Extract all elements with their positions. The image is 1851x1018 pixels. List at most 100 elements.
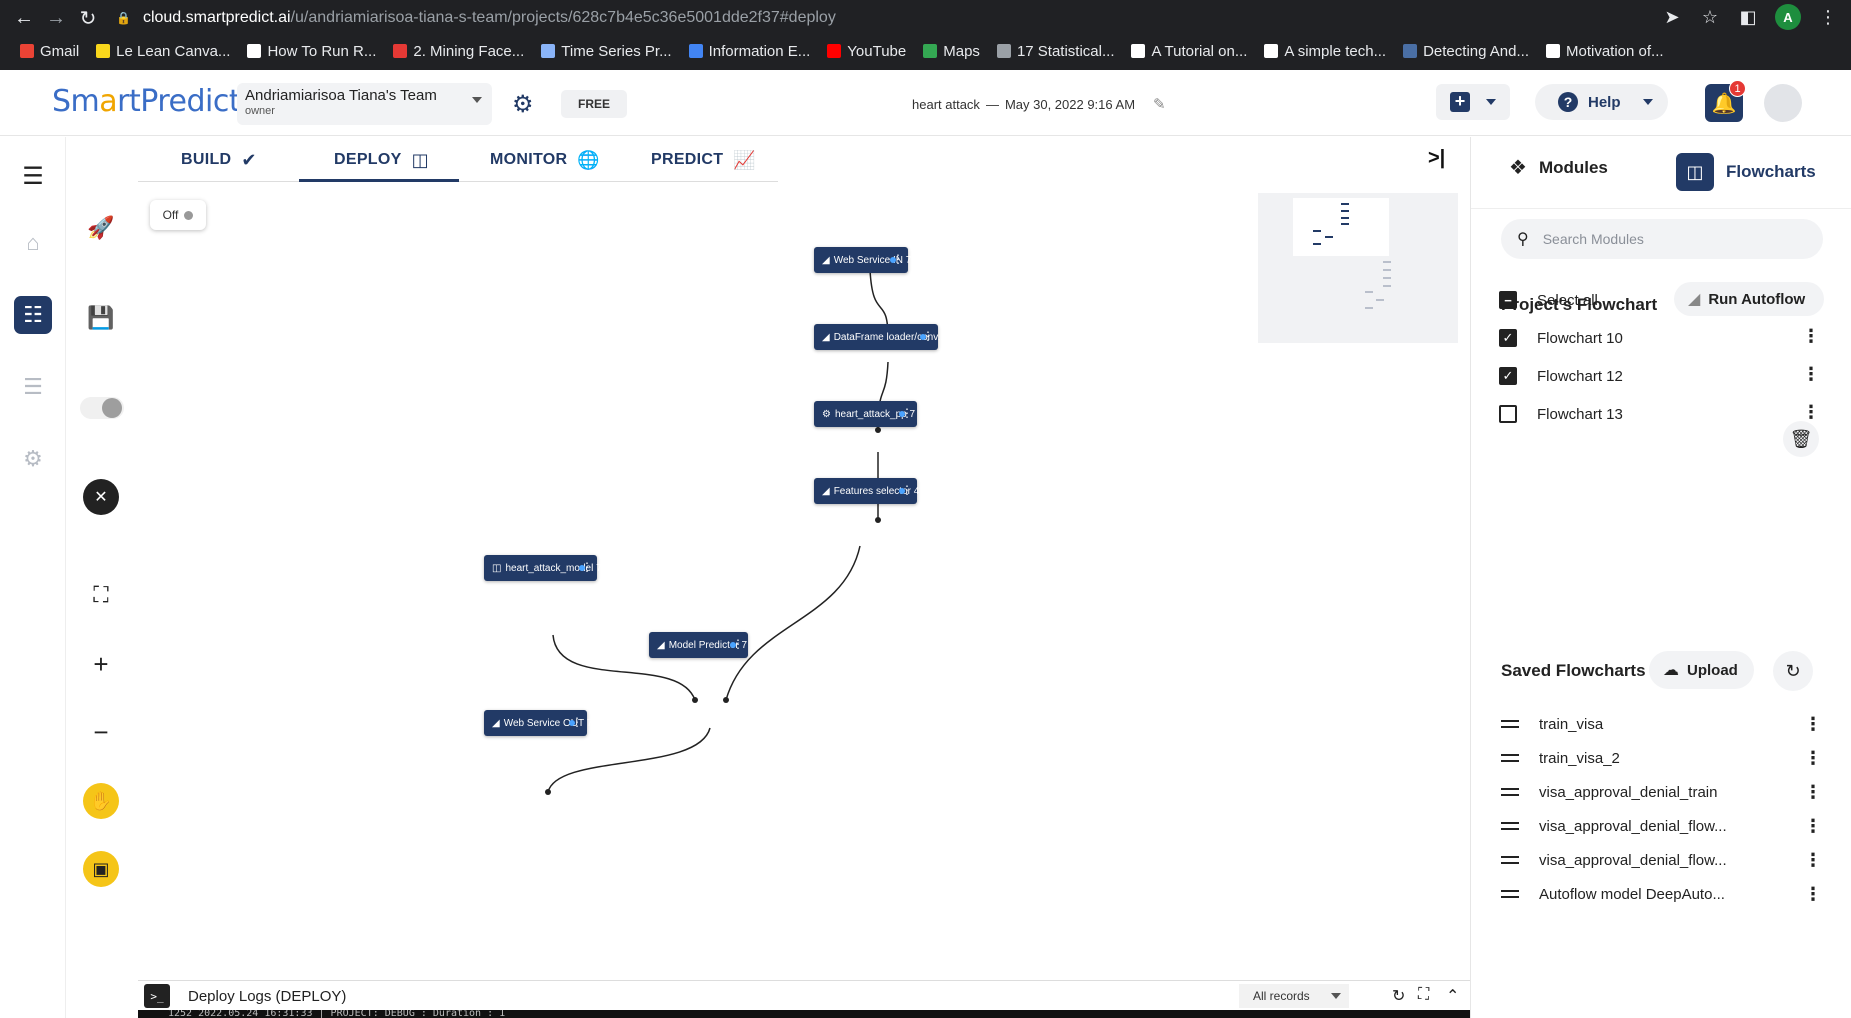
tab-modules[interactable]: ❖ Modules	[1509, 155, 1608, 180]
more-vertical-icon[interactable]: ⋮	[1804, 749, 1822, 767]
team-selector[interactable]: Andriamiarisoa Tiana's Team owner	[237, 83, 492, 125]
bookmark-item[interactable]: 17 Statistical...	[996, 43, 1114, 60]
more-vertical-icon[interactable]: ⋮	[1802, 365, 1820, 383]
bookmark-item[interactable]: Detecting And...	[1403, 43, 1529, 60]
node-web-service-in[interactable]: ◢ Web Service IN 7 ⋮	[814, 247, 911, 273]
url-bar[interactable]: 🔒 cloud.smartpredict.ai/u/andriamiarisoa…	[116, 4, 1726, 32]
help-button[interactable]: ? Help	[1535, 84, 1668, 120]
saved-flowchart-row[interactable]: Autoflow model DeepAuto... ⋮	[1501, 877, 1826, 911]
node-menu-icon[interactable]: ⋮	[892, 252, 904, 266]
search-input[interactable]	[1542, 231, 1793, 247]
tab-monitor[interactable]: MONITOR 🌐	[490, 137, 600, 183]
bookmark-item[interactable]: How To Run R...	[247, 43, 376, 60]
node-menu-icon[interactable]: ⋮	[901, 483, 913, 497]
bookmark-item[interactable]: Maps	[923, 43, 980, 60]
settings-gear-icon[interactable]: ⚙	[14, 440, 52, 478]
node-heart-attack-pp[interactable]: ⚙ heart_attack_pp 7 ⋮	[814, 401, 917, 427]
fit-view-icon[interactable]: ▣	[83, 851, 119, 887]
module-search[interactable]: ⚲	[1501, 219, 1823, 259]
zoom-out-icon[interactable]: −	[80, 711, 122, 753]
saved-flowchart-row[interactable]: visa_approval_denial_flow... ⋮	[1501, 809, 1826, 843]
tab-flowcharts[interactable]: ◫ Flowcharts	[1676, 153, 1816, 191]
refresh-logs-icon[interactable]: ↻	[1392, 986, 1405, 1006]
hand-pan-icon[interactable]: ✋	[83, 783, 119, 819]
expand-logs-icon[interactable]: ⛶	[1418, 986, 1429, 1004]
tab-deploy[interactable]: DEPLOY ◫	[334, 137, 429, 183]
tool-toggle-switch[interactable]	[80, 397, 124, 419]
node-heart-attack-model[interactable]: ◫ heart_attack_model 7 ⋮	[484, 555, 602, 581]
node-menu-icon[interactable]: ⋮	[901, 406, 913, 420]
tab-build[interactable]: BUILD ✔	[181, 137, 257, 183]
records-filter-select[interactable]: All records	[1239, 984, 1349, 1008]
bookmark-item[interactable]: Time Series Pr...	[541, 43, 672, 60]
saved-flowchart-row[interactable]: train_visa ⋮	[1501, 707, 1826, 741]
browser-profile-avatar[interactable]: A	[1775, 4, 1801, 30]
browser-menu-icon[interactable]: ⋮	[1817, 6, 1839, 28]
reload-icon[interactable]: ↻	[74, 4, 102, 32]
minimap-viewport[interactable]	[1293, 198, 1389, 256]
node-menu-icon[interactable]: ⋮	[732, 637, 744, 651]
drag-handle-icon[interactable]	[1501, 720, 1519, 728]
save-floppy-icon[interactable]: 💾	[80, 297, 122, 339]
fullscreen-icon[interactable]: ⛶	[80, 574, 122, 616]
home-icon[interactable]: ⌂	[14, 224, 52, 262]
node-features-selector[interactable]: ◢ Features selector 4 ⋮	[814, 478, 919, 504]
flowchart-row[interactable]: Flowchart 13 ⋮	[1499, 395, 1824, 433]
send-tab-icon[interactable]: ➤	[1661, 6, 1683, 28]
canvas-minimap[interactable]	[1258, 193, 1458, 343]
smartpredict-logo[interactable]: SmartPredict	[52, 84, 241, 119]
saved-flowchart-row[interactable]: train_visa_2 ⋮	[1501, 741, 1826, 775]
flowchart-checkbox[interactable]: ✓	[1499, 329, 1517, 347]
drag-handle-icon[interactable]	[1501, 754, 1519, 762]
node-menu-icon[interactable]: ⋮	[922, 329, 934, 343]
collapse-panel-icon[interactable]: >|	[1428, 147, 1445, 170]
chevron-up-icon[interactable]: ⌃	[1446, 986, 1459, 1006]
node-model-predictor[interactable]: ◢ Model Predictor 7 ⋮	[649, 632, 748, 658]
node-menu-icon[interactable]: ⋮	[571, 715, 583, 729]
select-all-row[interactable]: − Select all	[1499, 281, 1824, 319]
saved-flowchart-row[interactable]: visa_approval_denial_train ⋮	[1501, 775, 1826, 809]
bookmark-item[interactable]: Motivation of...	[1546, 43, 1664, 60]
user-avatar[interactable]	[1764, 84, 1802, 122]
project-tree-icon[interactable]: ☷	[14, 296, 52, 334]
flowchart-row[interactable]: ✓ Flowchart 12 ⋮	[1499, 357, 1824, 395]
rocket-deploy-icon[interactable]: 🚀	[80, 207, 122, 249]
edit-pencil-icon[interactable]: ✎	[1153, 95, 1166, 113]
bookmark-star-icon[interactable]: ☆	[1699, 6, 1721, 28]
refresh-icon[interactable]: ↻	[1773, 651, 1813, 691]
more-vertical-icon[interactable]: ⋮	[1802, 327, 1820, 345]
forward-arrow-icon[interactable]: →	[42, 4, 70, 32]
select-all-checkbox[interactable]: −	[1499, 291, 1517, 309]
drag-handle-icon[interactable]	[1501, 890, 1519, 898]
side-panel-icon[interactable]: ◧	[1737, 6, 1759, 28]
flowchart-row[interactable]: ✓ Flowchart 10 ⋮	[1499, 319, 1824, 357]
team-settings-gear-icon[interactable]: ⚙	[512, 90, 534, 119]
more-vertical-icon[interactable]: ⋮	[1802, 403, 1820, 421]
drag-handle-icon[interactable]	[1501, 822, 1519, 830]
bookmark-item[interactable]: Gmail	[20, 43, 79, 60]
deploy-on-off-switch[interactable]: Off	[150, 200, 206, 230]
add-new-button[interactable]: +	[1436, 84, 1510, 120]
node-menu-icon[interactable]: ⋮	[581, 560, 593, 574]
bookmark-item[interactable]: 2. Mining Face...	[393, 43, 524, 60]
plan-badge[interactable]: FREE	[561, 90, 627, 118]
back-arrow-icon[interactable]: ←	[10, 4, 38, 32]
more-vertical-icon[interactable]: ⋮	[1804, 817, 1822, 835]
bookmark-item[interactable]: Information E...	[688, 43, 810, 60]
layers-icon[interactable]: ☰	[14, 368, 52, 406]
saved-flowchart-row[interactable]: visa_approval_denial_flow... ⋮	[1501, 843, 1826, 877]
more-vertical-icon[interactable]: ⋮	[1804, 851, 1822, 869]
bookmark-item[interactable]: A Tutorial on...	[1131, 43, 1247, 60]
more-vertical-icon[interactable]: ⋮	[1804, 885, 1822, 903]
flowchart-checkbox[interactable]: ✓	[1499, 367, 1517, 385]
tab-predict[interactable]: PREDICT 📈	[651, 137, 756, 183]
flowchart-checkbox[interactable]	[1499, 405, 1517, 423]
node-dataframe-loader[interactable]: ◢ DataFrame loader/conv... ⋮	[814, 324, 946, 350]
drag-handle-icon[interactable]	[1501, 788, 1519, 796]
node-web-service-out[interactable]: ◢ Web Service OUT 7 ⋮	[484, 710, 592, 736]
more-vertical-icon[interactable]: ⋮	[1804, 715, 1822, 733]
bookmark-item[interactable]: Le Lean Canva...	[96, 43, 230, 60]
upload-button[interactable]: ☁ Upload	[1649, 651, 1754, 689]
close-square-icon[interactable]: ✕	[83, 479, 119, 515]
drag-handle-icon[interactable]	[1501, 856, 1519, 864]
